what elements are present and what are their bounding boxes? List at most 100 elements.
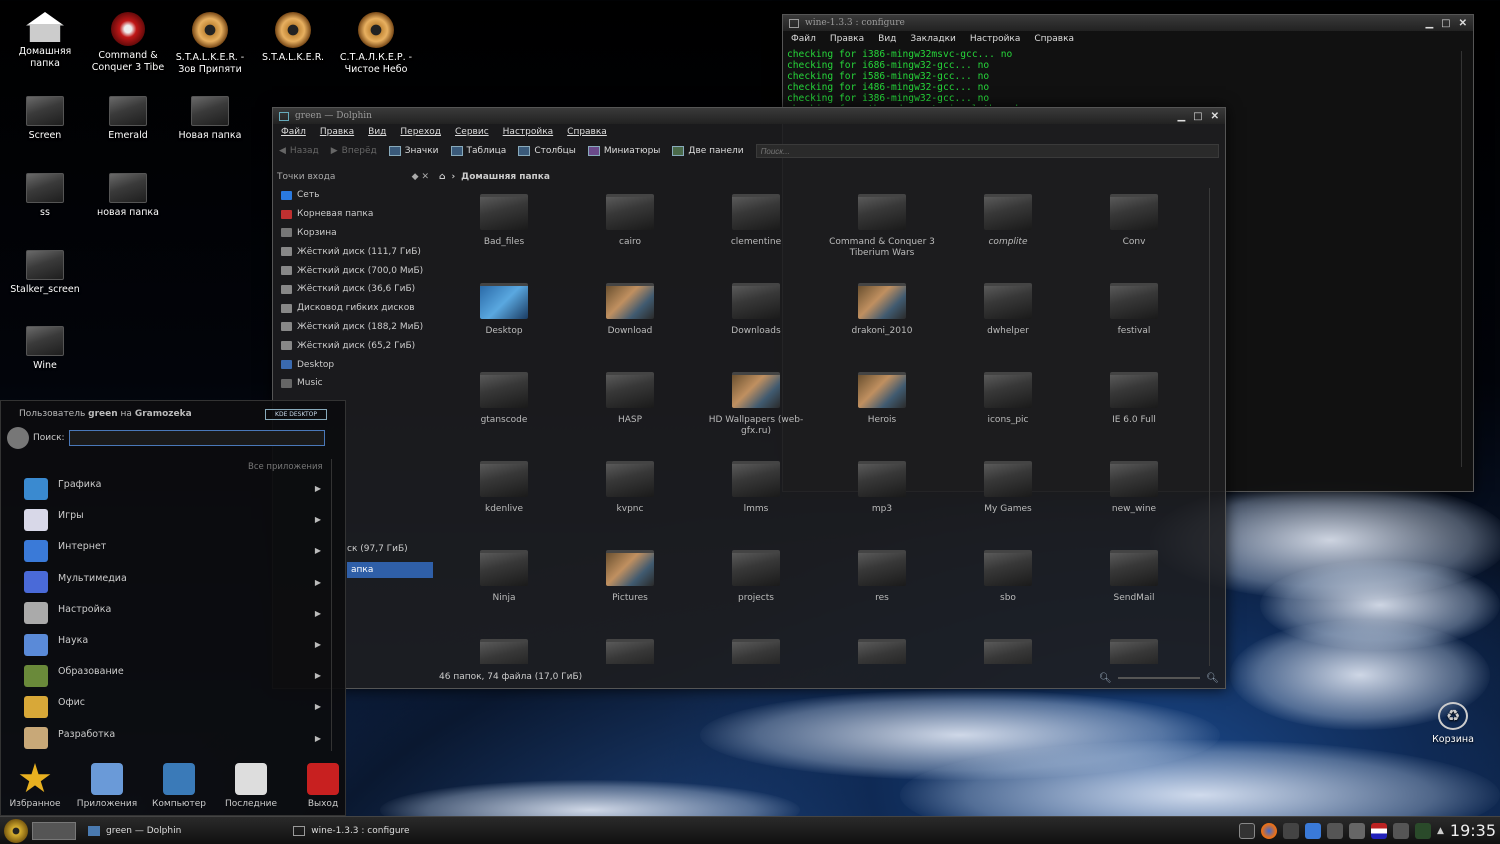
download-icon[interactable] [1304, 822, 1321, 839]
desktop-pager[interactable] [32, 821, 76, 840]
desktop-icon[interactable]: Новая папка [168, 96, 252, 142]
places-item[interactable]: Music [277, 374, 433, 393]
launcher-search-input[interactable] [69, 430, 325, 446]
dolphin-menu-item[interactable]: Переход [400, 127, 441, 137]
category-item[interactable]: Офис ▶ [1, 691, 331, 722]
file-item[interactable] [449, 639, 559, 664]
places-item-partial[interactable]: ск (97,7 ГиБ) [347, 544, 408, 554]
columns-view-button[interactable]: Столбцы [518, 146, 576, 156]
terminal-menu-item[interactable]: Справка [1034, 34, 1074, 44]
file-item[interactable]: res [827, 550, 937, 604]
terminal-menu-item[interactable]: Правка [830, 34, 864, 44]
task-terminal[interactable]: wine-1.3.3 : configure [287, 820, 415, 842]
file-item[interactable]: Bad_files [449, 194, 559, 248]
category-item[interactable]: Интернет ▶ [1, 535, 331, 566]
zoom-out-icon[interactable]: 🔍︎ [1099, 673, 1112, 684]
launcher-scrollbar[interactable] [331, 459, 339, 751]
file-item[interactable] [701, 639, 811, 664]
icons-view-button[interactable]: Значки [388, 146, 439, 156]
file-item[interactable]: complite [953, 194, 1063, 248]
places-item[interactable]: Сеть [277, 186, 433, 205]
file-item[interactable]: kdenlive [449, 461, 559, 515]
dolphin-menu-item[interactable]: Справка [567, 127, 607, 137]
category-item[interactable]: Игры ▶ [1, 504, 331, 535]
zoom-in-icon[interactable]: 🔍︎ [1206, 673, 1219, 684]
file-item[interactable]: SendMail [1079, 550, 1189, 604]
file-item[interactable]: Desktop [449, 283, 559, 337]
file-item[interactable]: new_wine [1079, 461, 1189, 515]
desktop-icon[interactable]: Stalker_screen [3, 250, 87, 296]
desktop-icon[interactable]: Wine [3, 326, 87, 372]
back-button[interactable]: ◀ Назад [279, 146, 319, 156]
desktop-icon[interactable]: ss [3, 173, 87, 219]
file-item[interactable]: sbo [953, 550, 1063, 604]
terminal-menu-item[interactable]: Закладки [910, 34, 956, 44]
file-item[interactable]: festival [1079, 283, 1189, 337]
file-item[interactable]: kvpnc [575, 461, 685, 515]
terminal-menu-item[interactable]: Файл [791, 34, 816, 44]
places-item-selected[interactable]: апка [347, 562, 433, 578]
category-item[interactable]: Разработка ▶ [1, 723, 331, 754]
launcher-tab[interactable]: Последние [215, 763, 287, 809]
terminal-titlebar[interactable]: wine-1.3.3 : configure ▁ □ ✕ [783, 15, 1473, 31]
file-item[interactable]: lmms [701, 461, 811, 515]
breadcrumb[interactable]: ⌂ › Домашняя папка [439, 170, 550, 184]
category-item[interactable]: Графика ▶ [1, 473, 331, 504]
network-monitor-icon[interactable] [1414, 822, 1431, 839]
file-scrollbar[interactable] [1209, 188, 1217, 666]
file-item[interactable]: gtanscode [449, 372, 559, 426]
desktop-icon[interactable]: Домашняя папка [3, 12, 87, 70]
category-item[interactable]: Образование ▶ [1, 660, 331, 691]
firefox-icon[interactable] [1260, 822, 1277, 839]
task-dolphin[interactable]: green — Dolphin [82, 820, 187, 842]
file-item[interactable] [953, 639, 1063, 664]
dolphin-menu-item[interactable]: Сервис [455, 127, 489, 137]
desktop-icon[interactable]: Emerald [86, 96, 170, 142]
maximize-icon[interactable]: □ [1193, 111, 1202, 122]
file-item[interactable]: Ninja [449, 550, 559, 604]
file-item[interactable] [575, 639, 685, 664]
terminal-tray-icon[interactable] [1238, 822, 1255, 839]
category-item[interactable]: Настройка ▶ [1, 598, 331, 629]
file-item[interactable] [1079, 639, 1189, 664]
tray-arrow-icon[interactable]: ▲ [1437, 826, 1444, 836]
places-item[interactable]: Жёсткий диск (188,2 МиБ) [277, 318, 433, 337]
minimize-icon[interactable]: ▁ [1177, 111, 1185, 122]
minimize-icon[interactable]: ▁ [1425, 18, 1433, 29]
launcher-tab[interactable]: Приложения [71, 763, 143, 809]
kde-menu-icon[interactable] [4, 818, 28, 843]
maximize-icon[interactable]: □ [1441, 18, 1450, 29]
terminal-menu-item[interactable]: Настройка [970, 34, 1021, 44]
desktop-icon[interactable]: Command & Conquer 3 Tibe [86, 12, 170, 74]
desktop-icon[interactable]: S.T.A.L.K.E.R. - Зов Припяти [168, 12, 252, 76]
file-item[interactable]: projects [701, 550, 811, 604]
launcher-tab[interactable]: Выход [287, 763, 359, 809]
trash-desktop-icon[interactable]: ♻ Корзина [1411, 702, 1495, 746]
category-item[interactable]: Мультимедиа ▶ [1, 567, 331, 598]
places-item[interactable]: Жёсткий диск (36,6 ГиБ) [277, 280, 433, 299]
file-item[interactable]: dwhelper [953, 283, 1063, 337]
places-item[interactable]: Жёсткий диск (111,7 ГиБ) [277, 242, 433, 261]
volume-icon[interactable] [1392, 822, 1409, 839]
table-view-button[interactable]: Таблица [450, 146, 506, 156]
file-item[interactable]: Download [575, 283, 685, 337]
file-item[interactable]: cairo [575, 194, 685, 248]
network-icon[interactable] [1326, 822, 1343, 839]
file-item[interactable]: drakoni_2010 [827, 283, 937, 337]
file-item[interactable]: My Games [953, 461, 1063, 515]
search-input[interactable] [755, 144, 1219, 158]
file-item[interactable] [827, 639, 937, 664]
thumbnails-button[interactable]: Миниатюры [587, 146, 660, 156]
dolphin-titlebar[interactable]: green — Dolphin ▁ □ ✕ [273, 108, 1225, 124]
launcher-tab[interactable]: Компьютер [143, 763, 215, 809]
category-item[interactable]: Наука ▶ [1, 629, 331, 660]
terminal-scrollbar[interactable] [1461, 51, 1471, 467]
file-item[interactable]: mp3 [827, 461, 937, 515]
file-item[interactable]: Pictures [575, 550, 685, 604]
launcher-tab[interactable]: Избранное [0, 763, 71, 809]
desktop-icon[interactable]: С.Т.А.Л.К.Е.Р. - Чистое Небо [334, 12, 418, 76]
file-item[interactable]: IE 6.0 Full [1079, 372, 1189, 426]
dolphin-menu-item[interactable]: Правка [320, 127, 354, 137]
places-item[interactable]: Desktop [277, 355, 433, 374]
file-item[interactable]: Conv [1079, 194, 1189, 248]
